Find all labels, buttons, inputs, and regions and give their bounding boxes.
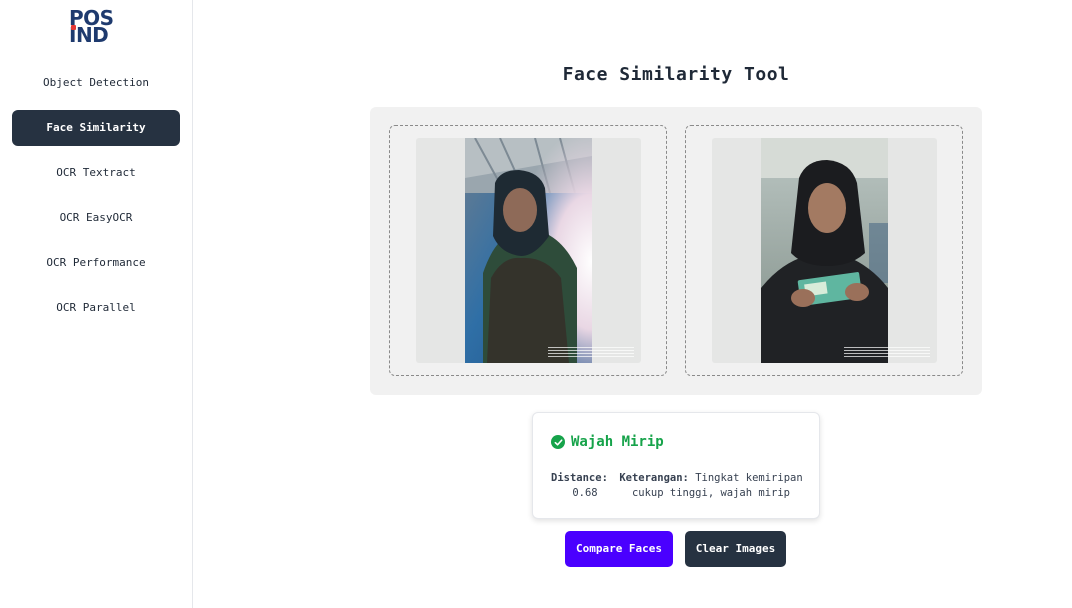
brand-logo: POS IND (69, 6, 114, 47)
sidebar-item-ocr-performance[interactable]: OCR Performance (12, 245, 180, 281)
result-card: Wajah Mirip Distance: 0.68 Keterangan: T… (532, 412, 820, 519)
photo-timestamp-overlay (548, 345, 634, 361)
right-image-dropzone[interactable] (685, 125, 963, 376)
clear-images-button[interactable]: Clear Images (685, 531, 786, 567)
left-face-image (465, 138, 592, 363)
keterangan-text-line1: Tingkat kemiripan (695, 472, 803, 484)
left-image-dropzone[interactable] (389, 125, 667, 376)
sidebar-item-face-similarity[interactable]: Face Similarity (12, 110, 180, 146)
compare-faces-button[interactable]: Compare Faces (565, 531, 673, 567)
result-status-text: Wajah Mirip (571, 434, 664, 450)
sidebar-item-ocr-easyocr[interactable]: OCR EasyOCR (12, 200, 180, 236)
sidebar-item-ocr-textract[interactable]: OCR Textract (12, 155, 180, 191)
photo-timestamp-overlay (844, 345, 930, 361)
keterangan-text-line2: cukup tinggi, wajah mirip (631, 487, 791, 499)
sidebar: POS IND Object Detection Face Similarity… (0, 0, 193, 608)
sidebar-item-ocr-parallel[interactable]: OCR Parallel (12, 290, 180, 326)
right-image-preview (712, 138, 937, 363)
sidebar-item-object-detection[interactable]: Object Detection (12, 65, 180, 101)
distance-block: Distance: 0.68 (551, 471, 611, 501)
page-title: Face Similarity Tool (562, 64, 790, 85)
distance-value: 0.68 (572, 487, 598, 499)
right-face-image (761, 138, 888, 363)
result-status: Wajah Mirip (551, 434, 664, 450)
check-circle-icon (551, 435, 565, 449)
left-image-preview (416, 138, 641, 363)
upload-panel (370, 107, 982, 395)
keterangan-label: Keterangan: (619, 472, 689, 484)
keterangan-block: Keterangan: Tingkat kemiripan cukup ting… (613, 471, 809, 501)
distance-label: Distance: (551, 472, 608, 484)
